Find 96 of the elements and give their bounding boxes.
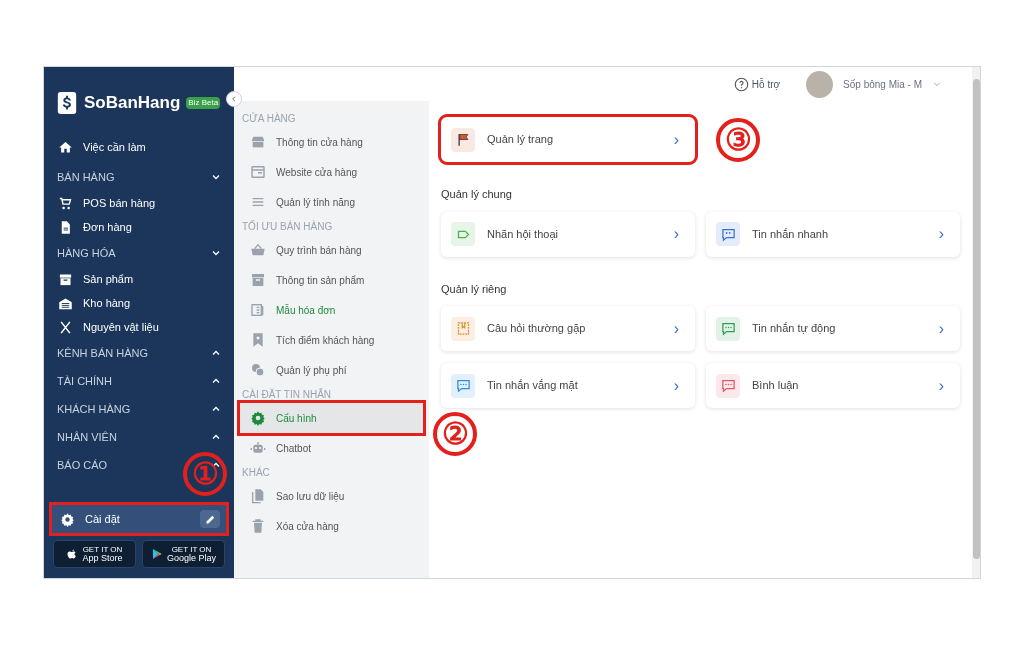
sidebar-section[interactable]: BÁO CÁO (57, 456, 108, 474)
settings-menu-item[interactable]: Quy trình bán hàng (240, 235, 423, 265)
sidebar-link[interactable]: Sản phẩm (83, 270, 134, 288)
card-label: Quản lý trang (487, 132, 555, 148)
sidebar-link[interactable]: POS bán hàng (83, 194, 156, 212)
sidebar-section[interactable]: NHÂN VIÊN (57, 428, 117, 446)
settings-menu-item[interactable]: Cấu hình (240, 403, 423, 433)
card-label: Bình luận (752, 378, 800, 394)
sidebar-link[interactable]: Nguyên vật liệu (83, 318, 159, 336)
settings-menu-item[interactable]: Chatbot (240, 433, 423, 463)
collapse-button[interactable] (226, 91, 242, 107)
annotation-number: ③ (716, 118, 760, 162)
home-icon (58, 139, 73, 155)
edit-button[interactable] (200, 510, 220, 528)
app-logo-text: SoBanHang (84, 92, 181, 115)
receipt-icon (250, 302, 266, 318)
sidebar-section[interactable]: HÀNG HÓA (57, 244, 116, 262)
help-link[interactable]: Hỗ trợ (751, 76, 781, 92)
menu-section-heading: CỬA HÀNG (241, 111, 297, 126)
user-name[interactable]: Sốp bông Mia - M (843, 76, 922, 92)
chevron-right-icon: › (673, 131, 679, 148)
settings-menu-item[interactable]: Mẫu hóa đơn (240, 295, 423, 325)
chevron-right-icon: › (673, 226, 679, 242)
pencil-icon (204, 513, 216, 525)
store-badge-label: Google Play (167, 553, 216, 563)
settings-card[interactable]: Tin nhắn vắng mặt › (441, 363, 695, 408)
card-label: Tin nhắn tự động (752, 321, 837, 337)
settings-card[interactable]: Câu hỏi thường gặp › (441, 306, 695, 351)
card-label: Tin nhắn nhanh (752, 226, 830, 242)
menu-section-heading: CÀI ĐẶT TIN NHẮN (241, 387, 333, 402)
card-label: Tin nhắn vắng mặt (487, 378, 579, 394)
store-badge-button[interactable]: GET IT ON Google Play (142, 540, 225, 568)
store-badge-label: App Store (82, 553, 123, 563)
sidebar-section[interactable]: KÊNH BÁN HÀNG (57, 344, 149, 362)
help-icon (733, 76, 749, 92)
menu-section-heading: TỐI ƯU BÁN HÀNG (241, 219, 334, 234)
play-store-icon (151, 548, 163, 560)
avatar-photo-placeholder (806, 70, 834, 98)
annotation-number: ② (433, 412, 477, 456)
store-badge-caption: GET IT ON (82, 545, 123, 554)
settings-menu-item[interactable]: Website cửa hàng (240, 157, 423, 187)
basket-icon (250, 242, 266, 258)
chevron-left-icon (230, 95, 238, 103)
settings-menu-item[interactable]: Xóa cửa hàng (240, 511, 423, 541)
settings-button[interactable]: Cài đặt (52, 505, 226, 533)
chevron-right-icon: › (673, 320, 679, 337)
settings-label: Cài đặt (85, 511, 121, 527)
cart-icon (58, 195, 73, 211)
card-label: Nhãn hội thoại (487, 226, 559, 242)
storefront-icon (250, 134, 266, 150)
robot-icon (250, 440, 266, 456)
chevron-down-icon (932, 79, 942, 89)
store-badge-caption: GET IT ON (170, 545, 213, 554)
chevron-right-icon: › (938, 320, 944, 337)
sidebar-link[interactable]: Kho hàng (83, 294, 131, 312)
fork-knife-icon (58, 319, 73, 335)
settings-menu-item[interactable]: Thông tin cửa hàng (240, 127, 423, 157)
bookmark-page-icon (455, 321, 471, 336)
sidebar-section[interactable]: BÁN HÀNG (57, 168, 115, 186)
coins-icon (250, 362, 266, 378)
flag-icon (455, 132, 471, 147)
chat-bubble-icon (455, 378, 471, 393)
sidebar-section[interactable]: TÀI CHÍNH (57, 372, 112, 390)
documents-icon (250, 488, 266, 504)
settings-card[interactable]: Tin nhắn nhanh › (706, 211, 960, 257)
chevron-right-icon: › (673, 377, 679, 394)
box-icon (250, 272, 266, 288)
chat-bubble-icon (720, 321, 736, 336)
sidebar-link[interactable]: Đơn hàng (83, 218, 132, 236)
settings-card[interactable]: Quản lý trang › (441, 117, 695, 162)
group-title: Quản lý riêng (441, 281, 508, 297)
sidebar-link[interactable]: Việc cần làm (83, 138, 146, 156)
sidebar-section[interactable]: KHÁCH HÀNG (57, 400, 131, 418)
logo-icon (56, 89, 78, 117)
menu-section-heading: KHÁC (241, 465, 271, 480)
beta-badge: Biz Beta (186, 97, 221, 109)
settings-card[interactable]: Nhãn hội thoại › (441, 211, 695, 257)
bookmark-icon (250, 332, 266, 348)
settings-card[interactable]: Tin nhắn tự động › (706, 306, 960, 351)
group-title: Quản lý chung (441, 187, 513, 202)
gear-icon (60, 511, 75, 527)
card-label: Câu hỏi thường gặp (487, 321, 587, 337)
chevron-right-icon: › (938, 377, 944, 394)
settings-menu-item[interactable]: Quản lý phụ phí (240, 355, 423, 385)
gear-icon (250, 410, 266, 426)
settings-card[interactable]: Bình luận › (706, 363, 960, 408)
settings-menu-item[interactable]: Quản lý tính năng (240, 187, 423, 217)
trash-icon (250, 518, 266, 534)
chevron-right-icon: › (938, 226, 944, 242)
store-badge-button[interactable]: GET IT ON App Store (53, 540, 136, 568)
settings-menu-item[interactable]: Sao lưu dữ liệu (240, 481, 423, 511)
annotation-number: ① (183, 452, 227, 496)
chat-bubble-icon (720, 378, 736, 393)
settings-menu-item[interactable]: Thông tin sản phẩm (240, 265, 423, 295)
settings-menu-item[interactable]: Tích điểm khách hàng (240, 325, 423, 355)
browser-window-icon (250, 164, 266, 180)
